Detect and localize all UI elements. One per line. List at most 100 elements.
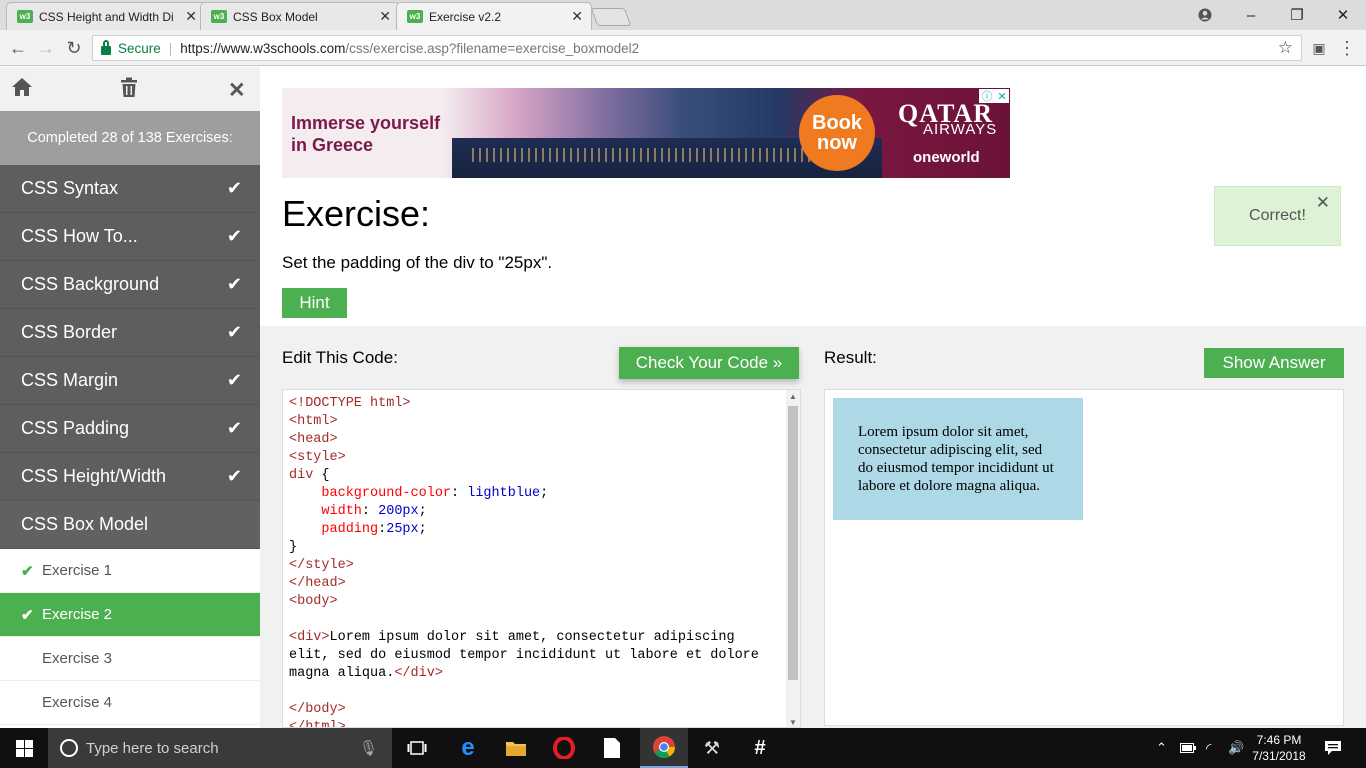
result-frame: Lorem ipsum dolor sit amet, consectetur … [824, 389, 1344, 726]
checkmark-icon: ✔ [226, 418, 242, 438]
checkmark-icon: ✔ [226, 274, 242, 294]
sidebar-item-css-how-to[interactable]: CSS How To... ✔ [0, 213, 260, 261]
search-placeholder: Type here to search [86, 739, 219, 757]
checkmark-icon: ✔ [21, 606, 34, 624]
tools-icon[interactable]: ⚒ [692, 728, 732, 768]
close-sidebar-icon[interactable]: ✕ [228, 78, 246, 103]
exercise-sidebar: ✕ Completed 28 of 138 Exercises: CSS Syn… [0, 67, 260, 728]
sidebar-item-css-border[interactable]: CSS Border ✔ [0, 309, 260, 357]
w3schools-favicon-icon: w3 [211, 10, 227, 23]
sidebar-item-css-syntax[interactable]: CSS Syntax ✔ [0, 165, 260, 213]
exercise-item-3[interactable]: Exercise 3 [0, 637, 260, 681]
checkmark-icon: ✔ [226, 226, 242, 246]
checkmark-icon: ✔ [21, 562, 34, 580]
code-editor[interactable]: <!DOCTYPE html> <html> <head> <style> di… [282, 389, 801, 728]
exercise-item-2[interactable]: ✔ Exercise 2 [0, 593, 260, 637]
bookmark-star-icon[interactable]: ☆ [1278, 38, 1293, 58]
scroll-thumb[interactable] [788, 406, 798, 680]
sidebar-item-css-box-model[interactable]: CSS Box Model [0, 501, 260, 549]
extension-icon[interactable]: ▣ [1307, 36, 1331, 60]
task-view-icon[interactable] [397, 728, 437, 768]
ad-choices-icon[interactable]: ⓘ ✕ [979, 89, 1009, 103]
slack-icon[interactable]: # [740, 728, 780, 768]
sidebar-item-label: CSS Margin [21, 370, 119, 390]
editor-scrollbar[interactable]: ▲ ▼ [786, 390, 800, 727]
battery-icon[interactable] [1180, 728, 1196, 768]
correct-message: Correct! [1249, 207, 1306, 224]
exercise-workspace: Edit This Code: Check Your Code » Result… [260, 326, 1366, 728]
show-answer-button[interactable]: Show Answer [1204, 348, 1344, 378]
scroll-up-icon[interactable]: ▲ [788, 392, 798, 401]
sidebar-item-label: CSS Background [21, 274, 160, 294]
checkmark-icon: ✔ [226, 466, 242, 486]
sidebar-item-css-height-width[interactable]: CSS Height/Width ✔ [0, 453, 260, 501]
tab-close-icon[interactable]: ✕ [185, 8, 197, 25]
sidebar-item-label: CSS Box Model [21, 514, 149, 534]
advertisement-banner[interactable]: Immerse yourself in Greece Book now QATA… [282, 88, 1010, 178]
url-input[interactable]: Secure | https://www.w3schools.com/css/e… [92, 35, 1302, 61]
back-icon[interactable]: ← [6, 36, 30, 60]
edge-browser-icon[interactable]: e [448, 728, 488, 768]
tab-title: Exercise v2.2 [429, 9, 502, 24]
sidebar-item-label: CSS Padding [21, 418, 130, 438]
tab-close-icon[interactable]: ✕ [379, 8, 391, 25]
exercise-main: Immerse yourself in Greece Book now QATA… [260, 67, 1366, 728]
sidebar-item-css-padding[interactable]: CSS Padding ✔ [0, 405, 260, 453]
reload-icon[interactable]: ↻ [62, 36, 86, 60]
home-icon[interactable] [11, 77, 33, 103]
sidebar-item-css-margin[interactable]: CSS Margin ✔ [0, 357, 260, 405]
show-hidden-icons[interactable]: ⌃ [1156, 728, 1167, 768]
checkmark-icon: ✔ [226, 178, 242, 198]
chrome-menu-icon[interactable]: ⋮ [1335, 36, 1359, 60]
tab-css-box-model[interactable]: w3 CSS Box Model ✕ [200, 2, 400, 30]
wifi-icon[interactable]: ◜ [1206, 728, 1211, 768]
progress-text: Completed 28 of 138 Exercises: [0, 111, 260, 165]
action-center-icon[interactable] [1322, 728, 1344, 768]
trash-icon[interactable] [120, 77, 138, 104]
clock-time: 7:46 PM [1256, 733, 1302, 747]
exercise-item-1[interactable]: ✔ Exercise 1 [0, 549, 260, 593]
hint-button[interactable]: Hint [282, 288, 347, 318]
address-bar: ← → ↻ Secure | https://www.w3schools.com… [0, 30, 1366, 66]
close-notification-icon[interactable]: ✕ [1316, 193, 1330, 213]
tab-close-icon[interactable]: ✕ [571, 8, 583, 25]
ad-book-now-button[interactable]: Book now [799, 95, 875, 171]
close-window-icon[interactable]: ✕ [1320, 0, 1366, 30]
correct-notification: Correct! ✕ [1214, 186, 1341, 246]
microphone-icon[interactable]: 🎙 [359, 739, 378, 757]
ad-brand-sub: AIRWAYS [923, 121, 998, 138]
exercise-label: Exercise 2 [42, 606, 113, 623]
ad-headline: Immerse yourself in Greece [291, 113, 441, 155]
taskbar-search-input[interactable]: Type here to search 🎙 [48, 728, 392, 768]
check-code-button[interactable]: Check Your Code » [619, 347, 799, 379]
clock-date: 7/31/2018 [1252, 749, 1306, 763]
exercise-label: Exercise 1 [42, 562, 113, 579]
lock-icon [101, 39, 111, 55]
profile-icon[interactable] [1182, 0, 1228, 30]
chrome-icon[interactable] [640, 728, 688, 768]
new-tab-button[interactable] [590, 8, 632, 26]
windows-taskbar: Type here to search 🎙 e ⚒ # ⌃ ◜ 🔊 7:46 P… [0, 728, 1366, 768]
file-explorer-icon[interactable] [496, 728, 536, 768]
url-separator: | [168, 40, 173, 56]
scroll-down-icon[interactable]: ▼ [788, 718, 798, 727]
sidebar-item-css-background[interactable]: CSS Background ✔ [0, 261, 260, 309]
windows-start-icon[interactable] [0, 728, 48, 768]
system-clock[interactable]: 7:46 PM 7/31/2018 [1252, 728, 1306, 768]
code-text[interactable]: <!DOCTYPE html> <html> <head> <style> di… [283, 390, 800, 727]
restore-icon[interactable]: ❐ [1274, 0, 1320, 30]
exercise-description: Set the padding of the div to "25px". [282, 253, 553, 272]
notepad-icon[interactable] [592, 728, 632, 768]
volume-icon[interactable]: 🔊 [1228, 728, 1244, 768]
opera-icon[interactable] [544, 728, 584, 768]
url-host: https://www.w3schools.com [180, 40, 346, 56]
checkmark-icon: ✔ [226, 370, 242, 390]
minimize-icon[interactable]: – [1228, 0, 1274, 30]
exercise-item-4[interactable]: Exercise 4 [0, 681, 260, 725]
sidebar-toolbar: ✕ [0, 67, 260, 111]
tab-exercise[interactable]: w3 Exercise v2.2 ✕ [396, 2, 592, 30]
tab-css-height-width[interactable]: w3 CSS Height and Width Di ✕ [6, 2, 206, 30]
sidebar-item-label: CSS Syntax [21, 178, 119, 198]
tab-title: CSS Height and Width Di [39, 9, 174, 24]
forward-icon[interactable]: → [34, 36, 58, 60]
